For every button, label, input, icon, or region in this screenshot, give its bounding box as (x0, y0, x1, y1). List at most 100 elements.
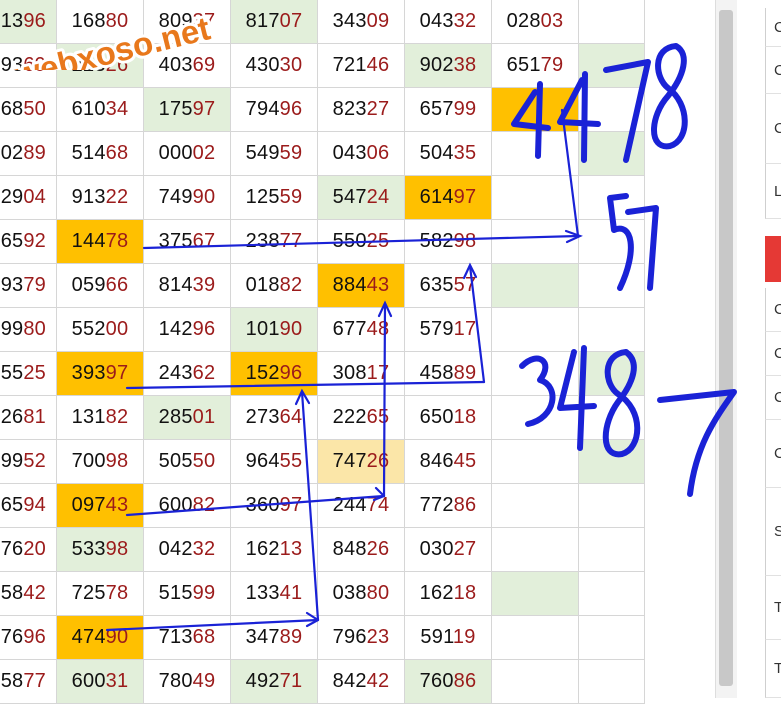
number-leading-digits: 823 (332, 98, 367, 120)
number-cell: 34309 (318, 0, 405, 44)
number-cell: 04332 (405, 0, 492, 44)
sidebar-item[interactable]: C (765, 376, 781, 420)
number-last-two-digits: 45 (453, 450, 477, 472)
number-cell: 04306 (318, 132, 405, 176)
number-leading-digits: 059 (71, 274, 106, 296)
number-cell: 24474 (318, 484, 405, 528)
number-last-two-digits: 32 (192, 538, 216, 560)
sidebar-item-label: S (774, 523, 781, 540)
number-last-two-digits: 38 (453, 54, 477, 76)
number-last-two-digits: 98 (105, 538, 129, 560)
number-cell: 84826 (318, 528, 405, 572)
number-leading-digits: 375 (158, 230, 193, 252)
number-leading-digits: 028 (506, 10, 541, 32)
number-last-two-digits: 89 (453, 362, 477, 384)
number-cell: 5877 (0, 660, 57, 704)
number-last-two-digits: 06 (366, 142, 390, 164)
number-last-two-digits: 49 (192, 670, 216, 692)
number-last-two-digits: 31 (105, 670, 129, 692)
number-leading-digits: 222 (332, 406, 367, 428)
number-leading-digits: 884 (332, 274, 367, 296)
right-sidebar: C C C V L C C C C S T T (737, 0, 781, 698)
number-leading-digits: 000 (158, 142, 193, 164)
number-last-two-digits: 82 (105, 406, 129, 428)
sidebar-item[interactable]: C (765, 8, 781, 47)
number-leading-digits: 635 (419, 274, 454, 296)
number-cell: 15296 (231, 352, 318, 396)
number-last-two-digits: 43 (366, 274, 390, 296)
sidebar-item[interactable]: L (765, 164, 781, 219)
number-last-two-digits: 00 (105, 318, 129, 340)
number-leading-digits: 817 (245, 10, 280, 32)
number-leading-digits: 360 (245, 494, 280, 516)
sidebar-item-label: T (774, 660, 781, 677)
number-leading-digits: 591 (420, 626, 453, 648)
sidebar-item[interactable]: S (765, 488, 781, 576)
number-cell: 23877 (231, 220, 318, 264)
number-leading-digits: 030 (419, 538, 454, 560)
empty-cell (579, 396, 645, 440)
sidebar-item[interactable]: T (765, 640, 781, 698)
number-last-two-digits: 96 (23, 626, 46, 648)
number-cell: 91322 (57, 176, 144, 220)
sidebar-item-label: L (774, 183, 781, 200)
number-cell: 79496 (231, 88, 318, 132)
number-cell: 65018 (405, 396, 492, 440)
number-leading-digits: 142 (158, 318, 193, 340)
sidebar-item-label: T (774, 599, 781, 616)
empty-cell (579, 176, 645, 220)
sidebar-item-label: C (774, 62, 781, 79)
number-last-two-digits: 01 (192, 406, 216, 428)
number-last-two-digits: 32 (453, 10, 477, 32)
number-leading-digits: 043 (419, 10, 454, 32)
number-leading-digits: 721 (332, 54, 367, 76)
number-leading-digits: 58 (0, 582, 24, 604)
number-leading-digits: 614 (419, 186, 454, 208)
number-leading-digits: 725 (71, 582, 106, 604)
number-leading-digits: 579 (419, 318, 454, 340)
number-leading-digits: 76 (0, 538, 24, 560)
empty-cell (492, 616, 579, 660)
number-cell: 88443 (318, 264, 405, 308)
number-cell: 13182 (57, 396, 144, 440)
sidebar-item[interactable]: C (765, 332, 781, 376)
number-last-two-digits: 97 (453, 186, 477, 208)
number-leading-digits: 651 (506, 54, 541, 76)
number-last-two-digits: 67 (192, 230, 216, 252)
empty-cell (579, 0, 645, 44)
number-leading-digits: 848 (332, 538, 367, 560)
number-leading-digits: 65 (0, 230, 24, 252)
number-last-two-digits: 04 (23, 186, 46, 208)
number-leading-digits: 547 (332, 186, 367, 208)
vertical-scrollbar[interactable] (715, 0, 738, 698)
sidebar-item[interactable]: C (765, 47, 781, 94)
number-last-two-digits: 80 (366, 582, 390, 604)
empty-cell (492, 264, 579, 308)
number-cell: 14296 (144, 308, 231, 352)
number-leading-digits: 842 (332, 670, 367, 692)
scrollbar-thumb[interactable] (719, 10, 733, 686)
number-leading-digits: 964 (245, 450, 280, 472)
number-cell: 9952 (0, 440, 57, 484)
number-last-two-digits: 68 (192, 626, 216, 648)
number-cell: 45889 (405, 352, 492, 396)
number-cell: 2681 (0, 396, 57, 440)
number-cell: 60082 (144, 484, 231, 528)
sidebar-item[interactable]: C (765, 288, 781, 332)
number-leading-digits: 76 (0, 626, 24, 648)
number-cell: 9379 (0, 264, 57, 308)
sidebar-item[interactable]: T (765, 576, 781, 640)
number-leading-digits: 393 (71, 362, 106, 384)
sidebar-item[interactable]: C (765, 420, 781, 488)
sidebar-item[interactable]: C V (765, 94, 781, 164)
number-last-two-digits: 55 (279, 450, 303, 472)
number-cell: 09743 (57, 484, 144, 528)
number-leading-digits: 55 (0, 362, 24, 384)
number-last-two-digits: 59 (279, 142, 303, 164)
sidebar-red-marker (765, 236, 781, 282)
number-last-two-digits: 22 (105, 186, 129, 208)
number-leading-digits: 780 (158, 670, 193, 692)
empty-cell (492, 484, 579, 528)
number-leading-digits: 492 (245, 670, 280, 692)
number-table: 1396 16880 80937 81707 34309 04332 02803 9369 22… (0, 0, 715, 704)
